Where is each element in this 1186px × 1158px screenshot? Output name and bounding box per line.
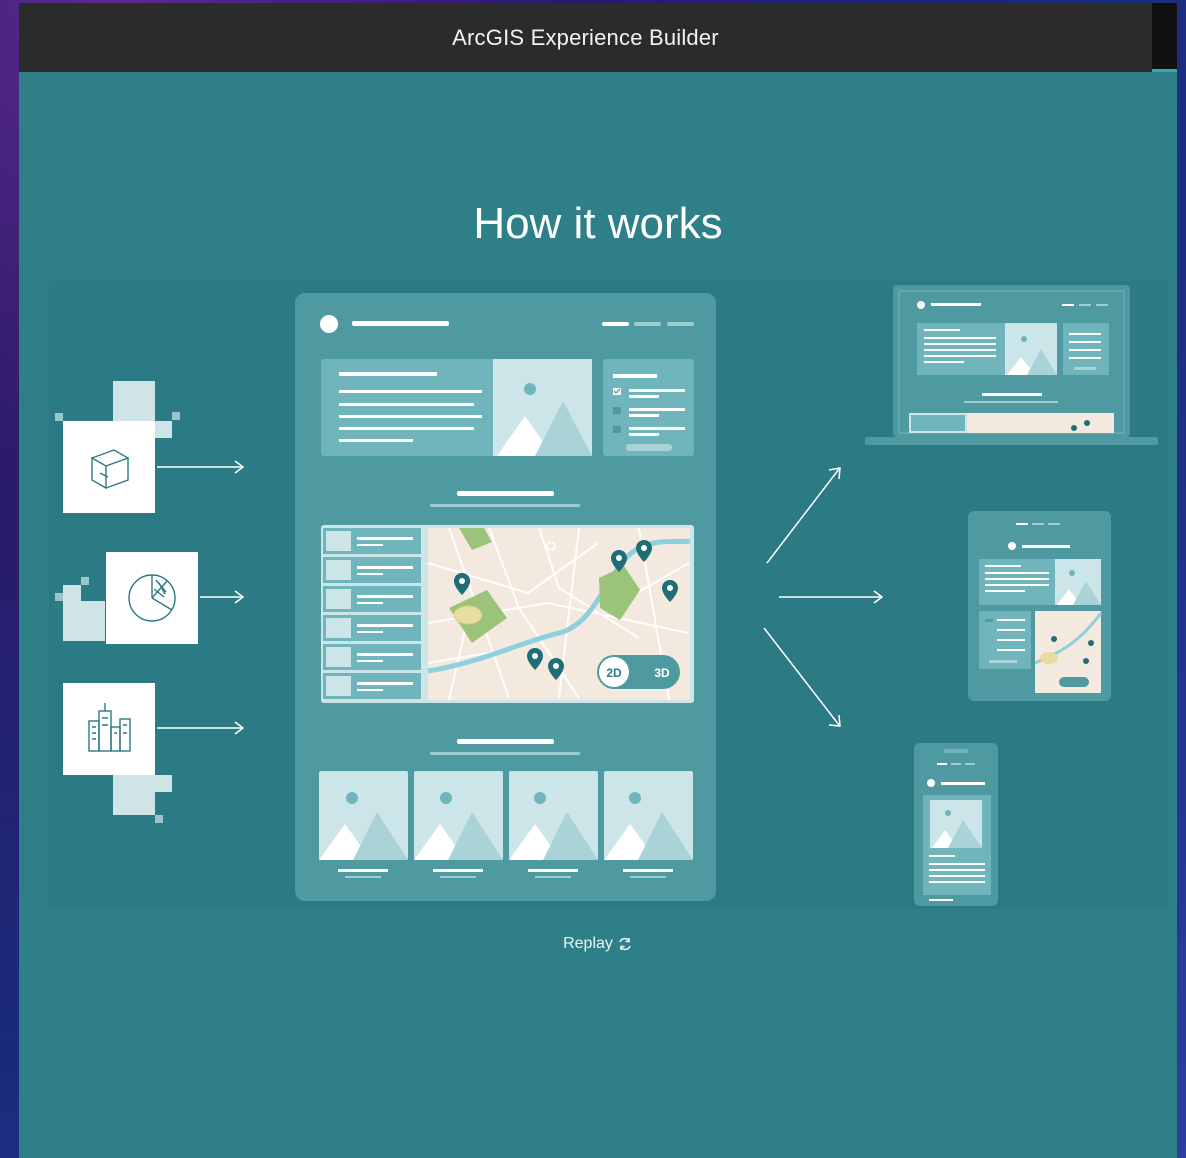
builder-canvas: 2D 3D (295, 293, 716, 901)
replay-label[interactable]: Replay (563, 935, 613, 953)
3d-data-icon (63, 421, 155, 513)
city-data-icon (63, 683, 155, 775)
chart-data-icon (106, 552, 198, 644)
refresh-icon[interactable] (617, 936, 633, 952)
app-window: ArcGIS Experience Builder How it works 2… (19, 3, 1177, 1158)
replay-button[interactable]: Replay (19, 935, 1177, 953)
tablet-preview (968, 511, 1111, 701)
toggle-2d-label[interactable]: 2D (606, 666, 622, 680)
toggle-3d-label[interactable]: 3D (654, 666, 670, 680)
laptop-preview (865, 285, 1158, 445)
phone-preview (914, 743, 998, 906)
map-view: 2D 3D (427, 527, 691, 701)
how-it-works-illustration: 2D 3D (49, 281, 1169, 908)
